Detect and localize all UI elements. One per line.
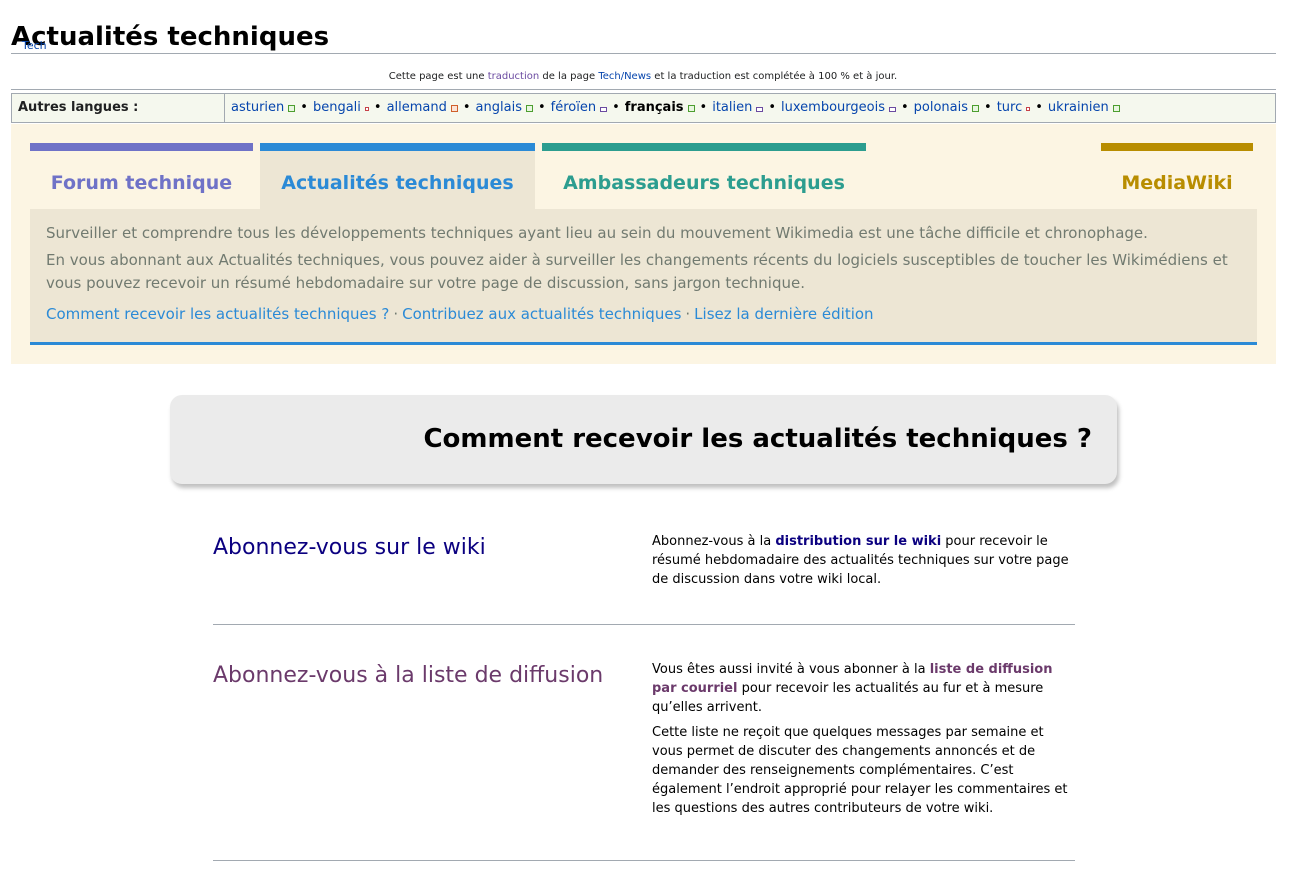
language-separator: •: [612, 100, 620, 115]
translation-status-icon: [972, 105, 980, 112]
language-link[interactable]: italien: [712, 100, 752, 115]
breadcrumb: Tech: [22, 39, 47, 52]
tab-panel: Surveiller et comprendre tous les dévelo…: [30, 209, 1257, 345]
language-bar: Autres langues : asturien • bengali • allema…: [11, 93, 1276, 123]
tab-label: Forum technique: [50, 172, 233, 194]
translation-note-text: Cette page est une: [388, 71, 488, 82]
separator: ·: [685, 305, 691, 323]
tab-color-bar: [542, 143, 866, 151]
tab-label: MediaWiki: [1121, 172, 1233, 194]
section-divider: [213, 860, 1075, 861]
link-latest-edition[interactable]: Lisez la dernière édition: [694, 305, 873, 323]
description-text: Cette liste ne reçoit que quelques messa…: [652, 725, 1068, 816]
language-separator: •: [462, 100, 471, 115]
mailing-list-title[interactable]: Abonnez-vous à la liste de diffusion: [213, 662, 603, 690]
translation-status-icon: [1026, 107, 1031, 111]
translation-status-icon: [364, 107, 369, 111]
translation-status-icon: [525, 105, 533, 112]
language-separator: •: [984, 100, 992, 115]
tab-color-bar: [1101, 143, 1253, 151]
translation-note-text: de la page: [539, 71, 599, 82]
language-separator: •: [768, 100, 777, 115]
link-contribute[interactable]: Contribuez aux actualités techniques: [402, 305, 681, 323]
language-link[interactable]: bengali: [313, 100, 361, 115]
tech-portal: Forum technique Actualités techniques Am…: [11, 124, 1276, 364]
breadcrumb-link-tech[interactable]: Tech: [22, 39, 47, 52]
divider: [11, 89, 1276, 90]
source-page-link[interactable]: Tech/News: [598, 71, 651, 82]
language-link[interactable]: anglais: [476, 100, 522, 115]
link-how-to-receive[interactable]: Comment recevoir les actualités techniqu…: [46, 305, 389, 323]
page: Actualités techniques Tech Cette page es…: [0, 0, 1293, 873]
description-text: Vous êtes aussi invité à vous abonner à …: [652, 662, 930, 677]
distribution-link[interactable]: distribution sur le wiki: [775, 534, 941, 549]
tab-forum-technique[interactable]: Forum technique: [30, 143, 253, 209]
translation-note-text: et la traduction est complétée à 100 % e…: [651, 71, 898, 82]
tab-color-bar: [30, 143, 253, 151]
translation-status-icon: [1112, 105, 1120, 112]
mailing-list-description: Vous êtes aussi invité à vous abonner à …: [652, 660, 1072, 824]
translation-note: Cette page est une traduction de la page…: [0, 71, 1286, 82]
translation-status-icon: [888, 107, 896, 112]
subscribe-wiki-description: Abonnez-vous à la distribution sur le wi…: [652, 532, 1072, 595]
tab-color-bar: [260, 143, 535, 151]
language-link[interactable]: féroïen: [551, 100, 596, 115]
tab-ambassadeurs-techniques[interactable]: Ambassadeurs techniques: [542, 143, 866, 209]
subscribe-wiki-title[interactable]: Abonnez-vous sur le wiki: [213, 534, 486, 562]
language-link[interactable]: allemand: [387, 100, 447, 115]
panel-links: Comment recevoir les actualités techniqu…: [46, 303, 874, 326]
translation-status-icon: [288, 105, 296, 112]
section-divider: [213, 624, 1075, 625]
language-bar-heading: Autres langues :: [12, 94, 225, 122]
section-heading-box: Comment recevoir les actualités techniqu…: [170, 395, 1117, 484]
language-separator: •: [537, 100, 546, 115]
language-separator: •: [1035, 100, 1043, 115]
language-link: français: [624, 100, 684, 115]
intro-text: En vous abonnant aux Actualités techniqu…: [46, 251, 1228, 292]
language-separator: •: [300, 100, 308, 115]
language-separator: •: [373, 100, 382, 115]
section-heading: Comment recevoir les actualités techniqu…: [423, 424, 1092, 454]
tab-actualites-techniques[interactable]: Actualités techniques: [260, 143, 535, 209]
translation-link[interactable]: traduction: [488, 71, 540, 82]
language-separator: •: [699, 100, 708, 115]
language-separator: •: [900, 100, 909, 115]
language-link[interactable]: turc: [997, 100, 1023, 115]
language-link[interactable]: asturien: [231, 100, 284, 115]
description-text: Abonnez-vous à la: [652, 534, 776, 549]
tab-label: Actualités techniques: [281, 172, 514, 194]
translation-status-icon: [687, 105, 695, 112]
translation-status-icon: [600, 107, 608, 112]
translation-status-icon: [450, 105, 458, 112]
language-list: asturien • bengali • allemand • anglais • féroïe…: [225, 94, 1120, 122]
tab-label: Ambassadeurs techniques: [563, 172, 845, 194]
language-link[interactable]: ukrainien: [1048, 100, 1109, 115]
language-link[interactable]: luxembourgeois: [781, 100, 885, 115]
intro-text: Surveiller et comprendre tous les dévelo…: [46, 224, 1148, 242]
separator: ·: [393, 305, 399, 323]
language-link[interactable]: polonais: [914, 100, 968, 115]
translation-status-icon: [756, 107, 764, 112]
page-title: Actualités techniques: [11, 21, 1276, 55]
tab-mediawiki[interactable]: MediaWiki: [1101, 143, 1253, 209]
